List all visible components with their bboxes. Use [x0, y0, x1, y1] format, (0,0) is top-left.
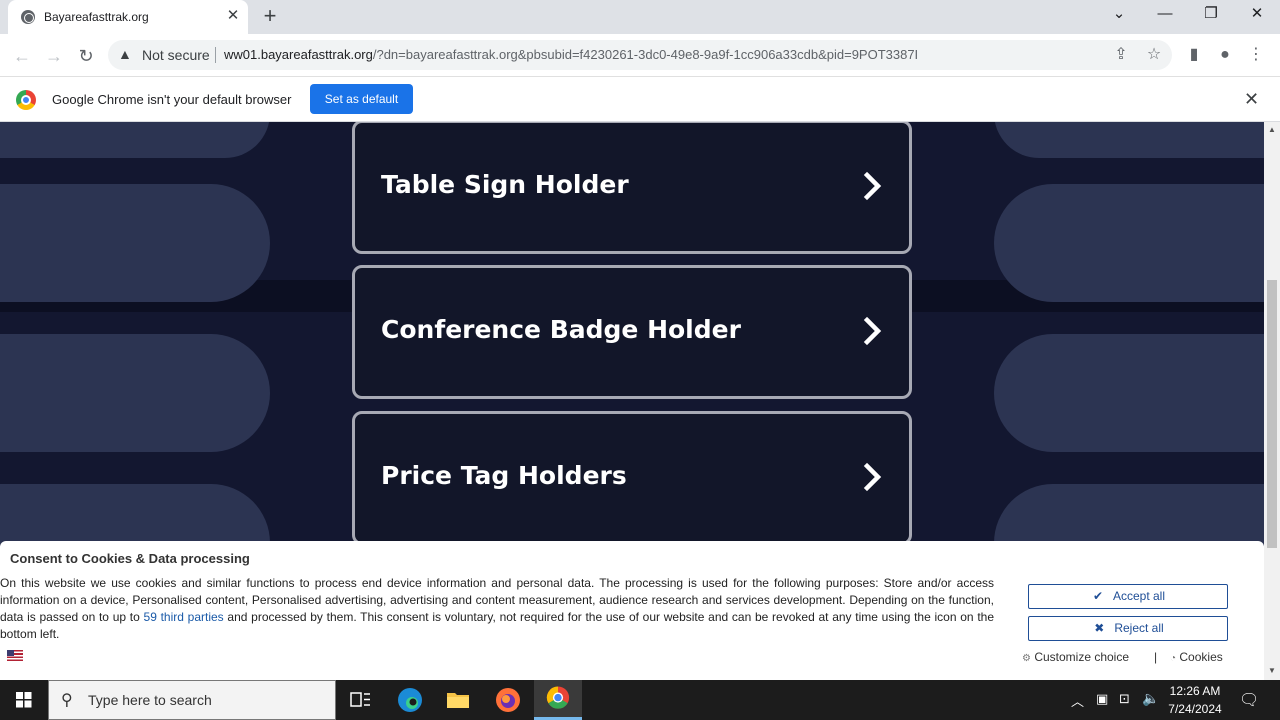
clock-date[interactable]: 7/24/2024	[1160, 702, 1230, 716]
set-as-default-button[interactable]: Set as default	[310, 84, 413, 114]
notification-icon[interactable]: 🗨	[1239, 690, 1259, 710]
url-path: /?dn=bayareafasttrak.org&pbsubid=f423026…	[372, 47, 919, 62]
profile-avatar-icon[interactable]: ●	[1214, 44, 1236, 66]
consent-title: Consent to Cookies & Data processing	[10, 551, 250, 566]
chevron-right-icon	[863, 316, 882, 346]
x-mark-icon: ✖	[1094, 621, 1105, 635]
checkmark-icon: ✔	[1092, 589, 1104, 603]
security-status[interactable]: Not secure	[142, 47, 210, 63]
share-icon[interactable]: ⇪	[1110, 44, 1132, 66]
back-arrow-icon[interactable]: ←	[8, 42, 36, 70]
tab-search-icon[interactable]: ⌄	[1096, 0, 1142, 30]
link-card-conference-badge-holder[interactable]: Conference Badge Holder	[352, 265, 912, 399]
tray-device-icon[interactable]: ▣	[1096, 691, 1108, 707]
task-view-icon[interactable]	[336, 680, 384, 720]
restore-icon[interactable]: ❐	[1188, 0, 1234, 30]
card-label: Conference Badge Holder	[381, 315, 741, 344]
scroll-up-arrow-icon[interactable]: ▲	[1268, 125, 1276, 134]
customize-choice-label: Customize choice	[1034, 650, 1130, 664]
customize-choice-link[interactable]: ⚙ Customize choice	[1022, 650, 1129, 664]
side-panel-icon[interactable]: ▮	[1183, 44, 1205, 66]
window-close-icon[interactable]: ✕	[1234, 0, 1280, 30]
new-tab-button[interactable]: +	[258, 5, 282, 29]
chevron-right-icon	[863, 462, 882, 492]
card-label: Price Tag Holders	[381, 461, 627, 490]
divider	[215, 47, 216, 63]
address-bar[interactable]: ▲ Not secure ww01.bayareafasttrak.org/?d…	[108, 40, 1172, 70]
cookies-link[interactable]: ◔ Cookies	[1170, 650, 1223, 664]
decor-pill	[994, 122, 1264, 158]
cookie-icon: ◔	[1170, 653, 1177, 664]
decor-pill	[994, 334, 1264, 452]
infobar-message: Google Chrome isn't your default browser	[52, 92, 292, 107]
reject-all-button[interactable]: ✖ Reject all	[1028, 616, 1228, 641]
default-browser-infobar: Google Chrome isn't your default browser…	[0, 76, 1280, 122]
consent-text: On this website we use cookies and simil…	[0, 575, 994, 643]
accept-all-label: Accept all	[1112, 589, 1166, 603]
taskbar-search-box[interactable]: ⚲ Type here to search	[48, 680, 336, 720]
browser-tab[interactable]: Bayareafasttrak.org ✕	[8, 0, 248, 34]
decor-pill	[0, 122, 270, 158]
tab-title: Bayareafasttrak.org	[44, 10, 149, 24]
decor-pill	[0, 184, 270, 302]
chevron-right-icon	[863, 171, 882, 201]
clock-time[interactable]: 12:26 AM	[1160, 684, 1230, 698]
search-placeholder: Type here to search	[88, 692, 212, 708]
decor-pill	[994, 184, 1264, 302]
warning-icon[interactable]: ▲	[118, 46, 132, 62]
file-explorer-icon[interactable]	[434, 680, 482, 720]
cookies-label: Cookies	[1179, 650, 1223, 664]
separator: |	[1154, 650, 1158, 664]
reload-icon[interactable]: ↻	[72, 42, 100, 70]
link-card-table-sign-holder[interactable]: Table Sign Holder	[352, 122, 912, 254]
reject-all-label: Reject all	[1114, 621, 1164, 635]
cookie-consent-banner: Consent to Cookies & Data processing On …	[0, 541, 1264, 680]
windows-start-icon[interactable]	[0, 680, 48, 720]
network-icon[interactable]: ⊡	[1119, 691, 1130, 707]
globe-icon	[21, 10, 35, 24]
infobar-close-icon[interactable]: ✕	[1244, 89, 1259, 110]
firefox-icon[interactable]	[484, 680, 532, 720]
scrollbar-thumb[interactable]	[1267, 280, 1277, 548]
tab-strip: Bayareafasttrak.org ✕ + ⌄ — ❐ ✕	[0, 0, 1280, 34]
forward-arrow-icon[interactable]: →	[40, 42, 68, 70]
accept-all-button[interactable]: ✔ Accept all	[1028, 584, 1228, 609]
link-card-price-tag-holders[interactable]: Price Tag Holders	[352, 411, 912, 545]
menu-kebab-icon[interactable]: ⋮	[1245, 44, 1267, 66]
tab-close-icon[interactable]: ✕	[224, 7, 242, 25]
gear-icon: ⚙	[1022, 653, 1031, 664]
minimize-icon[interactable]: —	[1142, 0, 1188, 30]
url-text[interactable]: ww01.bayareafasttrak.org/?dn=bayareafast…	[224, 47, 984, 62]
card-label: Table Sign Holder	[381, 170, 629, 199]
search-icon: ⚲	[61, 692, 73, 709]
bookmark-star-icon[interactable]: ☆	[1143, 44, 1165, 66]
decor-pill	[0, 334, 270, 452]
us-flag-icon[interactable]	[7, 650, 23, 661]
scroll-down-arrow-icon[interactable]: ▼	[1268, 666, 1276, 675]
tray-chevron-up-icon[interactable]: ︿	[1071, 691, 1084, 710]
windows-taskbar: ⚲ Type here to search ︿ ▣ ⊡ 🔈 12:26 AM 7…	[0, 680, 1280, 720]
page-scrollbar[interactable]: ▲ ▼	[1264, 122, 1280, 680]
edge-icon[interactable]	[386, 680, 434, 720]
third-parties-link[interactable]: 59 third parties	[144, 610, 224, 624]
volume-icon[interactable]: 🔈	[1142, 690, 1159, 707]
url-host: ww01.bayareafasttrak.org	[224, 47, 373, 62]
chrome-logo-icon	[16, 90, 36, 110]
chrome-taskbar-icon[interactable]	[534, 680, 582, 720]
